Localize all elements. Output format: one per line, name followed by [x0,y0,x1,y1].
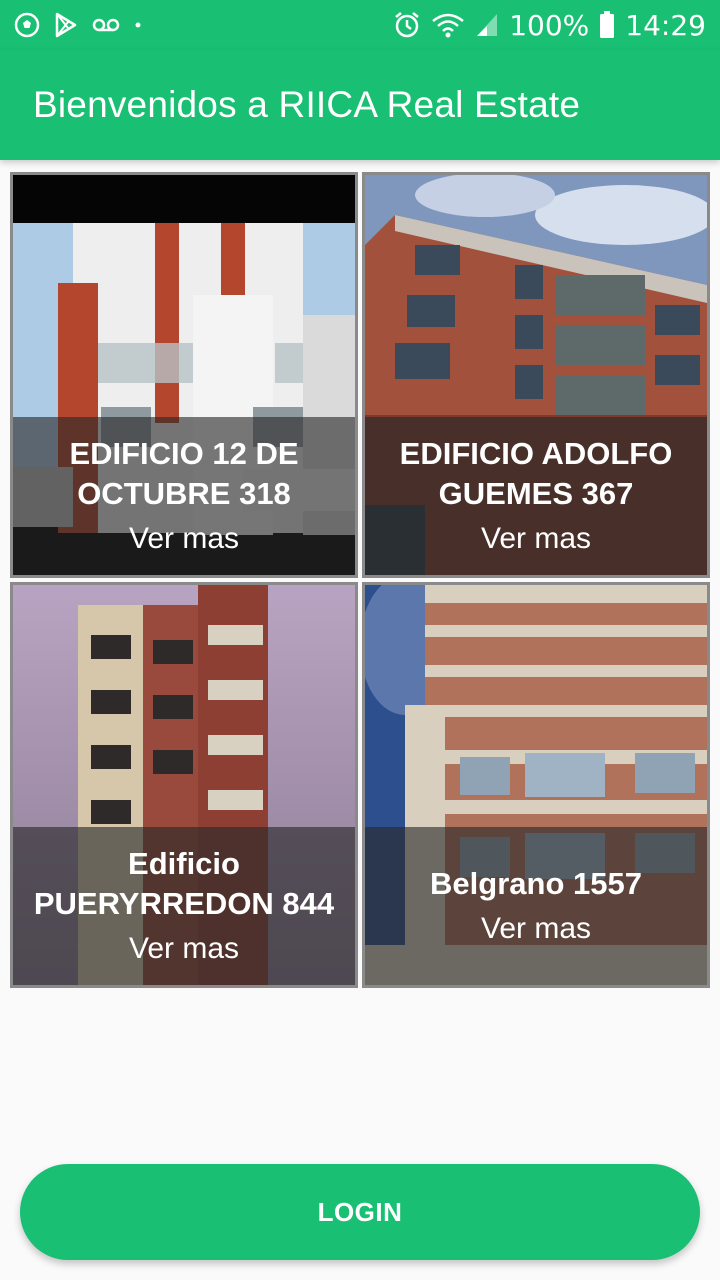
battery-icon [599,11,615,39]
alarm-icon [393,11,421,39]
property-title: EDIFICIO ADOLFO GUEMES 367 [399,436,673,511]
app-bar: Bienvenidos a RIICA Real Estate [0,50,720,160]
voicemail-icon [92,17,120,33]
property-card[interactable]: EDIFICIO ADOLFO GUEMES 367 Ver mas [362,172,710,578]
play-store-icon [54,12,78,38]
card-caption: Belgrano 1557 Ver mas [365,827,707,985]
property-title: EDIFICIO 12 DE OCTUBRE 318 [69,436,299,511]
property-card[interactable]: EDIFICIO 12 DE OCTUBRE 318 Ver mas [10,172,358,578]
login-button[interactable]: LOGIN [20,1164,700,1260]
ver-mas-link[interactable]: Ver mas [481,910,591,948]
signal-icon [475,12,499,38]
property-title: Edificio PUERYRREDON 844 [33,846,335,921]
page-title: Bienvenidos a RIICA Real Estate [33,84,581,125]
dot-icon [134,21,142,29]
soccer-ball-icon [14,12,40,38]
property-grid: EDIFICIO 12 DE OCTUBRE 318 Ver mas EDIFI… [10,172,710,988]
wifi-icon [431,12,465,38]
ver-mas-link[interactable]: Ver mas [481,520,591,558]
clock: 14:29 [625,8,706,42]
card-caption: EDIFICIO ADOLFO GUEMES 367 Ver mas [365,417,707,575]
card-caption: Edificio PUERYRREDON 844 Ver mas [13,827,355,985]
card-caption: EDIFICIO 12 DE OCTUBRE 318 Ver mas [13,417,355,575]
battery-percent: 100% [509,8,590,42]
property-card[interactable]: Belgrano 1557 Ver mas [362,582,710,988]
ver-mas-link[interactable]: Ver mas [129,520,239,558]
ver-mas-link[interactable]: Ver mas [129,930,239,968]
property-title: Belgrano 1557 [430,866,642,901]
status-bar: 100% 14:29 [0,0,720,50]
property-card[interactable]: Edificio PUERYRREDON 844 Ver mas [10,582,358,988]
